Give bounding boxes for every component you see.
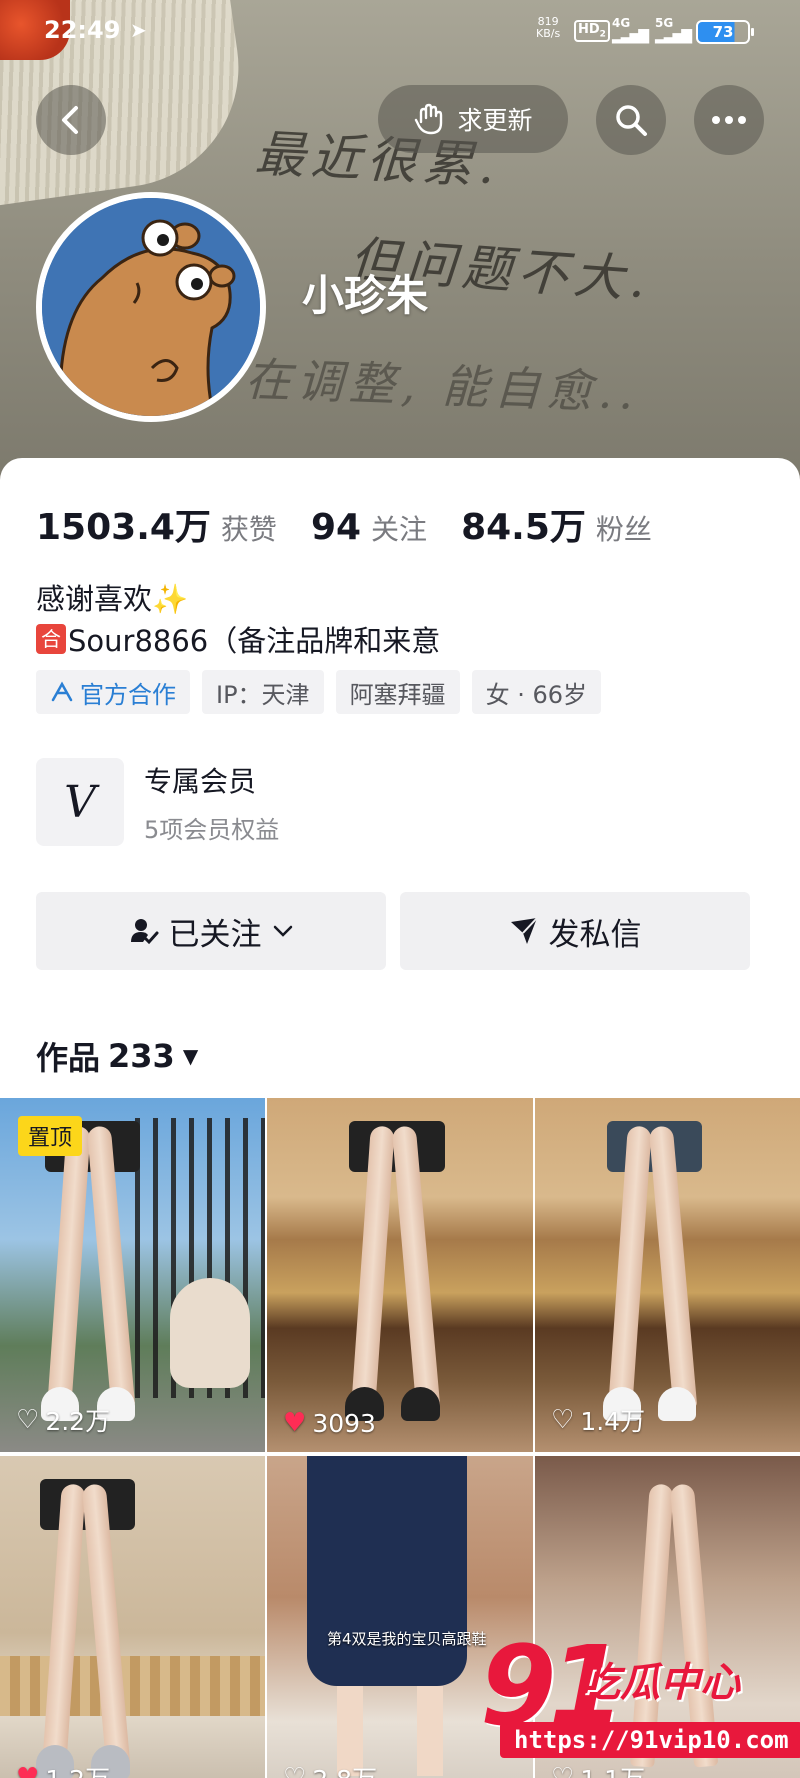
video-likes-count: 3093 xyxy=(312,1408,376,1438)
tag-official-label: 官方合作 xyxy=(80,680,176,709)
video-likes-count: 2.8万 xyxy=(312,1760,377,1778)
tag-ip-label: IP：天津 xyxy=(216,680,310,709)
send-message-icon xyxy=(510,917,538,944)
tag-ip-location: IP：天津 xyxy=(202,670,324,714)
pinned-badge: 置顶 xyxy=(18,1116,83,1156)
profile-banner: 最近很累. 但问题不大. 在调整, 能自愈.. 22:49 ➤ 819 KB/s… xyxy=(0,0,800,480)
cooperation-badge-icon: 合 xyxy=(36,624,66,654)
signal-4g-icon: 4G ▂▃▅▇ xyxy=(612,16,649,44)
membership-text: 专属会员 5项会员权益 xyxy=(144,760,279,845)
official-icon xyxy=(51,681,73,702)
membership-title: 专属会员 xyxy=(144,764,257,798)
video-likes: ♥ 1.2万 xyxy=(16,1760,110,1778)
stat-likes-value: 1503.4万 xyxy=(36,507,211,548)
bio-line-2: 合 Sour8866（备注品牌和来意 xyxy=(36,618,440,660)
heart-filled-icon: ♥ xyxy=(16,1763,40,1778)
watermark-url: https://91vip10.com xyxy=(500,1722,800,1758)
followed-label: 已关注 xyxy=(168,916,262,953)
membership-subtitle: 5项会员权益 xyxy=(144,815,280,844)
heart-outline-icon: ♡ xyxy=(551,1405,575,1435)
video-likes: ♡ 1.4万 xyxy=(551,1402,645,1438)
battery-icon: 73 xyxy=(696,20,754,44)
search-button[interactable] xyxy=(596,85,666,155)
stat-followers[interactable]: 84.5万 粉丝 xyxy=(461,498,652,550)
banner-handwriting-3: 在调整, 能自愈.. xyxy=(244,352,641,420)
stat-following-value: 94 xyxy=(310,507,362,548)
stat-likes: 1503.4万 获赞 xyxy=(36,498,277,550)
stat-followers-value: 84.5万 xyxy=(461,507,586,548)
hd-sub: 2 xyxy=(599,29,606,40)
video-thumbnail[interactable]: ♥ 1.2万 xyxy=(0,1456,265,1778)
request-update-label: 求更新 xyxy=(457,106,533,135)
video-likes-count: 2.2万 xyxy=(45,1407,111,1436)
site-watermark: 91 吃瓜中心 https://91vip10.com xyxy=(480,1631,800,1778)
user-check-icon xyxy=(130,919,158,945)
avatar[interactable] xyxy=(36,192,266,422)
send-message-button[interactable]: 发私信 xyxy=(400,892,750,970)
status-time: 22:49 xyxy=(44,16,121,44)
video-thumbnail[interactable]: ♥ 3093 xyxy=(267,1098,533,1452)
video-likes: ♥ 3093 xyxy=(283,1408,376,1438)
caret-down-icon: ▼ xyxy=(182,1044,199,1068)
send-message-label: 发私信 xyxy=(548,916,642,953)
heart-outline-icon: ♡ xyxy=(283,1763,307,1778)
video-likes-count: 1.2万 xyxy=(45,1760,110,1778)
request-update-button[interactable]: 求更新 xyxy=(378,85,568,153)
video-likes-count: 1.4万 xyxy=(580,1407,646,1436)
stat-likes-label: 获赞 xyxy=(220,513,277,546)
profile-nickname: 小珍朱 xyxy=(302,271,429,320)
heart-filled-icon: ♥ xyxy=(283,1408,307,1438)
works-tab[interactable]: 作品 233 ▼ xyxy=(36,1033,198,1079)
exclusive-membership[interactable]: V 专属会员 5项会员权益 xyxy=(36,758,279,846)
bio-line-2-text: Sour8866（备注品牌和来意 xyxy=(68,624,441,658)
chevron-down-icon xyxy=(273,925,292,937)
profile-stats: 1503.4万 获赞 94 关注 84.5万 粉丝 xyxy=(36,498,686,550)
tag-gender-age-label: 女 · 66岁 xyxy=(485,680,587,709)
tag-region: 阿塞拜疆 xyxy=(335,670,460,714)
membership-logo-icon: V xyxy=(36,758,124,846)
video-thumbnail[interactable]: 置顶 ♡ 2.2万 xyxy=(0,1098,265,1452)
more-options-button[interactable] xyxy=(694,85,764,155)
network-speed-unit: KB/s xyxy=(536,27,561,40)
works-count: 233 xyxy=(108,1037,175,1075)
followed-button[interactable]: 已关注 xyxy=(36,892,386,970)
stat-following-label: 关注 xyxy=(371,513,428,546)
bio-line-1: 感谢喜欢✨ xyxy=(36,582,189,616)
battery-level: 73 xyxy=(712,23,734,41)
watermark-brand: 吃瓜中心 xyxy=(580,1660,740,1706)
profile-tags: 官方合作 IP：天津 阿塞拜疆 女 · 66岁 xyxy=(36,670,601,714)
tag-official-cooperation[interactable]: 官方合作 xyxy=(36,670,190,714)
network-speed: 819 KB/s xyxy=(536,16,560,40)
stat-following[interactable]: 94 关注 xyxy=(311,507,427,548)
status-bar: 22:49 ➤ 819 KB/s HD2 4G ▂▃▅▇ 5G ▂▃▅▇ 73 xyxy=(0,12,800,52)
video-likes: ♡ 2.2万 xyxy=(16,1402,110,1438)
chevron-left-icon xyxy=(62,106,78,134)
heart-outline-icon: ♡ xyxy=(16,1405,40,1435)
video-thumbnail[interactable]: ♡ 1.4万 xyxy=(535,1098,800,1452)
video-likes: ♡ 2.8万 xyxy=(283,1760,377,1778)
telegram-send-icon: ➤ xyxy=(130,18,147,42)
tag-gender-age: 女 · 66岁 xyxy=(471,670,601,714)
search-icon xyxy=(616,105,647,136)
works-label: 作品 xyxy=(36,1039,101,1077)
tag-region-label: 阿塞拜疆 xyxy=(349,680,446,709)
more-dots-icon xyxy=(712,116,746,124)
hd-voice-icon: HD2 xyxy=(574,20,610,42)
hd-label: HD xyxy=(578,22,600,37)
capybara-avatar-illustration xyxy=(42,198,260,416)
video-caption: 第4双是我的宝贝高跟鞋 xyxy=(327,1630,487,1648)
signal-5g-icon: 5G ▂▃▅▇ xyxy=(655,16,692,44)
hand-wave-icon xyxy=(415,103,443,135)
stat-followers-label: 粉丝 xyxy=(595,513,652,546)
back-button[interactable] xyxy=(36,85,106,155)
